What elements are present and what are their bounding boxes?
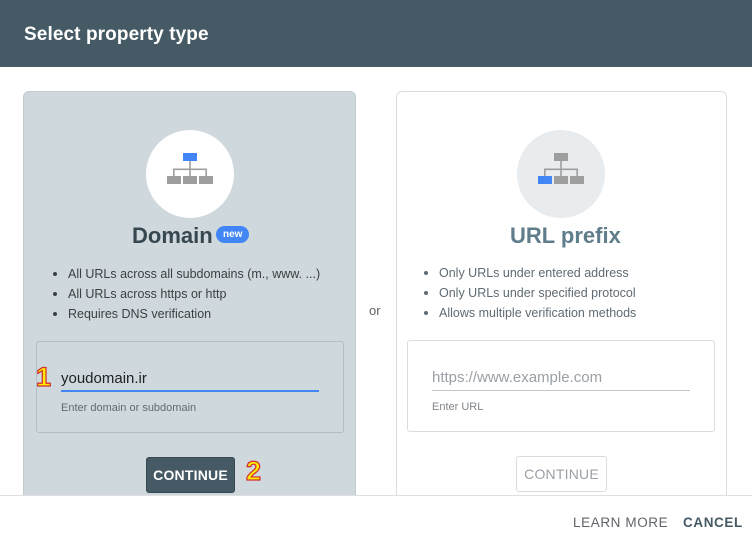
sitemap-icon <box>167 153 213 184</box>
url-prefix-property-card[interactable]: URL prefix Only URLs under entered addre… <box>396 91 727 511</box>
or-separator: or <box>369 303 381 318</box>
list-item: All URLs across all subdomains (m., www.… <box>49 264 320 284</box>
annotation-step-2: 2 <box>245 455 262 486</box>
list-item: Only URLs under entered address <box>420 263 636 283</box>
domain-property-card[interactable]: Domain new All URLs across all subdomain… <box>23 91 356 511</box>
dialog-footer: LEARN MORE CANCEL <box>0 495 752 547</box>
domain-feature-list: All URLs across all subdomains (m., www.… <box>49 264 320 324</box>
dialog-header: Select property type <box>0 0 752 67</box>
url-prefix-title: URL prefix <box>510 223 621 248</box>
domain-helper-text: Enter domain or subdomain <box>61 402 197 414</box>
url-input-container: Enter URL <box>407 340 715 432</box>
new-badge: new <box>216 226 250 243</box>
sitemap-icon <box>538 153 584 184</box>
url-helper-text: Enter URL <box>432 401 484 413</box>
list-item: Requires DNS verification <box>49 304 320 324</box>
url-prefix-icon-circle <box>517 130 605 218</box>
learn-more-button[interactable]: LEARN MORE <box>573 515 668 530</box>
domain-continue-button[interactable]: CONTINUE <box>146 457 235 493</box>
dialog-title: Select property type <box>24 24 209 45</box>
url-prefix-continue-button[interactable]: CONTINUE <box>516 456 607 492</box>
url-input[interactable] <box>432 365 690 391</box>
url-prefix-feature-list: Only URLs under entered address Only URL… <box>420 263 636 323</box>
domain-input-container: Enter domain or subdomain <box>36 341 344 433</box>
domain-icon-circle <box>146 130 234 218</box>
cancel-button[interactable]: CANCEL <box>683 515 743 530</box>
domain-title: Domain <box>132 223 213 248</box>
domain-input[interactable] <box>61 366 319 392</box>
list-item: Only URLs under specified protocol <box>420 283 636 303</box>
list-item: Allows multiple verification methods <box>420 303 636 323</box>
list-item: All URLs across https or http <box>49 284 320 304</box>
annotation-step-1: 1 <box>35 361 52 392</box>
